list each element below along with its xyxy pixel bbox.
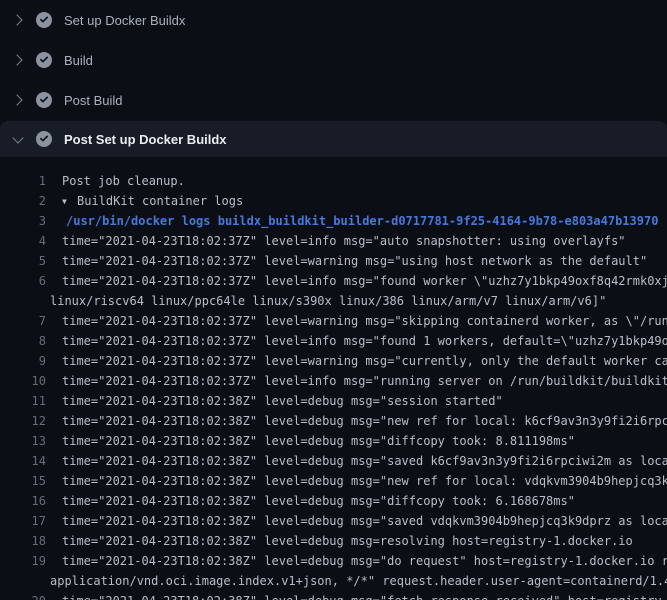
step-label: Post Build [64, 93, 123, 108]
check-circle-icon [36, 92, 52, 108]
log-text: Post job cleanup. [62, 171, 185, 191]
log-text: time="2021-04-23T18:02:37Z" level=info m… [62, 331, 667, 351]
log-text: time="2021-04-23T18:02:38Z" level=debug … [62, 411, 667, 431]
log-text: time="2021-04-23T18:02:38Z" level=debug … [62, 511, 667, 531]
check-circle-icon [36, 131, 52, 147]
log-text: time="2021-04-23T18:02:38Z" level=debug … [62, 531, 633, 551]
log-line: 8 time="2021-04-23T18:02:37Z" level=info … [0, 331, 667, 351]
log-line: 13 time="2021-04-23T18:02:38Z" level=debu… [0, 431, 667, 451]
log-line: 5 time="2021-04-23T18:02:37Z" level=warni… [0, 251, 667, 271]
check-circle-icon [36, 52, 52, 68]
log-line: 10 time="2021-04-23T18:02:37Z" level=info… [0, 371, 667, 391]
group-expanded-triangle-icon[interactable]: ▼ [62, 192, 77, 211]
log-text: linux/riscv64 linux/ppc64le linux/s390x … [50, 291, 606, 311]
line-number[interactable]: 16 [0, 491, 46, 511]
chevron-down-icon[interactable] [10, 131, 26, 147]
log-line: 4 time="2021-04-23T18:02:37Z" level=info … [0, 231, 667, 251]
line-number[interactable]: 4 [0, 231, 46, 251]
log-text: time="2021-04-23T18:02:37Z" level=info m… [62, 371, 667, 391]
line-number[interactable]: 18 [0, 531, 46, 551]
line-number[interactable]: 13 [0, 431, 46, 451]
log-line: 7 time="2021-04-23T18:02:37Z" level=warni… [0, 311, 667, 331]
log-line: 19 time="2021-04-23T18:02:38Z" level=debu… [0, 551, 667, 571]
chevron-right-icon[interactable] [10, 92, 26, 108]
log-text: time="2021-04-23T18:02:38Z" level=debug … [62, 471, 667, 491]
log-text: time="2021-04-23T18:02:38Z" level=debug … [62, 391, 503, 411]
line-number[interactable]: 8 [0, 331, 46, 351]
chevron-right-icon[interactable] [10, 12, 26, 28]
log-text: time="2021-04-23T18:02:38Z" level=debug … [62, 551, 667, 571]
step-post-set-up-docker-buildx[interactable]: Post Set up Docker Buildx [0, 121, 667, 157]
line-number[interactable]: 20 [0, 591, 46, 600]
log-line: 16 time="2021-04-23T18:02:38Z" level=debu… [0, 491, 667, 511]
log-line-continuation: linux/riscv64 linux/ppc64le linux/s390x … [0, 291, 667, 311]
line-number[interactable]: 14 [0, 451, 46, 471]
log-line: 12 time="2021-04-23T18:02:38Z" level=debu… [0, 411, 667, 431]
step-label: Build [64, 53, 93, 68]
log-text: application/vnd.oci.image.index.v1+json,… [50, 571, 667, 591]
log-text: time="2021-04-23T18:02:38Z" level=debug … [62, 591, 667, 600]
step-list: Set up Docker Buildx Build Post Build Po… [0, 0, 667, 157]
step-set-up-docker-buildx[interactable]: Set up Docker Buildx [0, 0, 667, 40]
log-line: 20 time="2021-04-23T18:02:38Z" level=debu… [0, 591, 667, 600]
step-label: Set up Docker Buildx [64, 13, 185, 28]
check-circle-icon [36, 12, 52, 28]
log-text: time="2021-04-23T18:02:38Z" level=debug … [62, 431, 575, 451]
log-text: time="2021-04-23T18:02:37Z" level=warnin… [62, 251, 647, 271]
line-number[interactable]: 1 [0, 171, 46, 191]
line-number[interactable]: 11 [0, 391, 46, 411]
log-command-text: /usr/bin/docker logs buildx_buildkit_bui… [66, 211, 658, 231]
step-label: Post Set up Docker Buildx [64, 132, 227, 147]
log-line: 1 Post job cleanup. [0, 171, 667, 191]
log-text: time="2021-04-23T18:02:37Z" level=info m… [62, 271, 667, 291]
line-number[interactable]: 5 [0, 251, 46, 271]
log-line: 2 ▼BuildKit container logs [0, 191, 667, 211]
log-line: 17 time="2021-04-23T18:02:38Z" level=debu… [0, 511, 667, 531]
line-number[interactable]: 7 [0, 311, 46, 331]
log-line: 11 time="2021-04-23T18:02:38Z" level=debu… [0, 391, 667, 411]
line-number[interactable]: 9 [0, 351, 46, 371]
chevron-right-icon[interactable] [10, 52, 26, 68]
line-number[interactable]: 3 [0, 211, 46, 231]
step-build[interactable]: Build [0, 40, 667, 80]
log-text: time="2021-04-23T18:02:38Z" level=debug … [62, 451, 667, 471]
log-text: ▼BuildKit container logs [62, 191, 243, 211]
log-text: time="2021-04-23T18:02:37Z" level=warnin… [62, 311, 667, 331]
log-line: 18 time="2021-04-23T18:02:38Z" level=debu… [0, 531, 667, 551]
log-line-continuation: application/vnd.oci.image.index.v1+json,… [0, 571, 667, 591]
log-line: 15 time="2021-04-23T18:02:38Z" level=debu… [0, 471, 667, 491]
line-number[interactable]: 19 [0, 551, 46, 571]
log-text: time="2021-04-23T18:02:37Z" level=warnin… [62, 351, 667, 371]
log-output: 1 Post job cleanup. 2 ▼BuildKit container l… [0, 157, 667, 600]
log-line: 14 time="2021-04-23T18:02:38Z" level=debu… [0, 451, 667, 471]
log-text: time="2021-04-23T18:02:37Z" level=info m… [62, 231, 626, 251]
step-post-build[interactable]: Post Build [0, 80, 667, 120]
line-number[interactable]: 12 [0, 411, 46, 431]
line-number[interactable]: 2 [0, 191, 46, 211]
line-number[interactable]: 10 [0, 371, 46, 391]
log-line: 9 time="2021-04-23T18:02:37Z" level=warni… [0, 351, 667, 371]
line-number[interactable]: 6 [0, 271, 46, 291]
log-line: 3/usr/bin/docker logs buildx_buildkit_bu… [0, 211, 667, 231]
log-line: 6 time="2021-04-23T18:02:37Z" level=info … [0, 271, 667, 291]
log-text: time="2021-04-23T18:02:38Z" level=debug … [62, 491, 575, 511]
actions-log-panel: Set up Docker Buildx Build Post Build Po… [0, 0, 667, 600]
line-number[interactable]: 17 [0, 511, 46, 531]
line-number[interactable]: 15 [0, 471, 46, 491]
